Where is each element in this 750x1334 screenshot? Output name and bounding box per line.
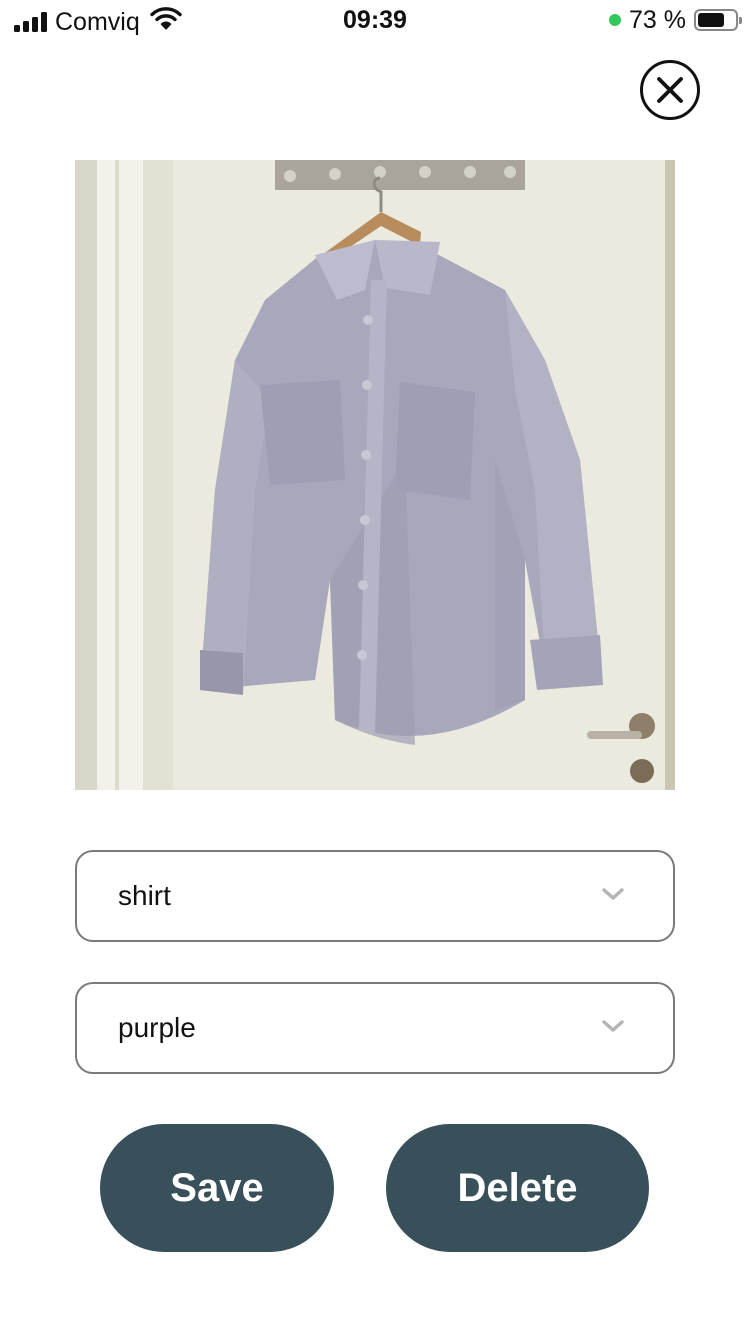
close-icon [657,77,683,103]
carrier-name: Comviq [55,7,140,36]
status-left: Comviq [14,6,182,37]
battery-fill [698,13,725,27]
privacy-indicator-dot [609,14,622,26]
color-value: purple [118,1012,196,1043]
cellular-signal-icon [14,11,47,32]
close-button[interactable] [640,60,700,120]
delete-button[interactable]: Delete [386,1124,649,1252]
battery-percentage: 73 % [629,6,686,34]
battery-icon [694,9,742,31]
color-select[interactable]: purple [75,982,675,1074]
chevron-down-icon [602,1020,624,1032]
chevron-down-icon [602,888,624,900]
status-bar: Comviq 09:39 73 % [0,0,750,42]
shirt-photo-illustration [75,160,675,790]
category-select[interactable]: shirt [75,850,675,942]
save-button[interactable]: Save [100,1124,334,1252]
edit-item-screen: Comviq 09:39 73 % shirt purple Save Dele… [0,0,750,1334]
wifi-icon [150,6,182,37]
status-right: 73 % [609,6,742,34]
category-value: shirt [118,880,171,911]
item-photo [75,160,675,790]
battery-tip [739,17,742,24]
